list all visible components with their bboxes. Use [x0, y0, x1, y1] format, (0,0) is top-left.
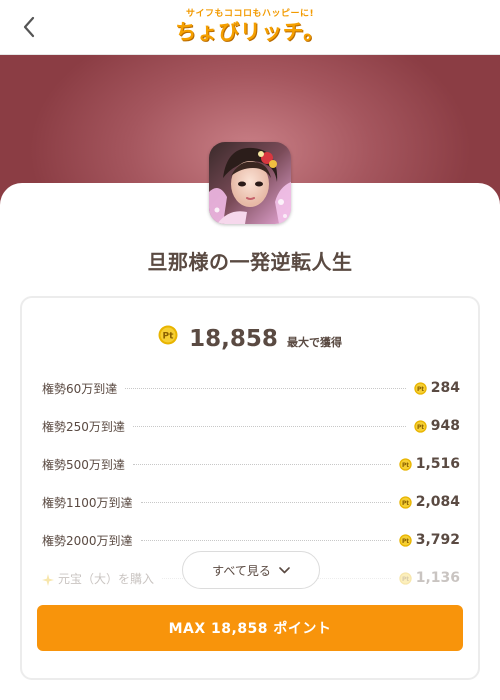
- site-logo[interactable]: サイフもココロもハッピーに! ちょびリッチ。: [175, 9, 324, 44]
- logo-wordmark: ちょびリッチ。: [175, 20, 325, 44]
- reward-label: 権勢2000万到達: [42, 533, 133, 548]
- chevron-left-icon: [23, 16, 35, 38]
- list-item: 権勢500万到達 Pt 1,516: [42, 445, 460, 483]
- reward-points: 2,084: [415, 494, 460, 510]
- divider: [140, 502, 391, 503]
- back-button[interactable]: [14, 10, 44, 44]
- pt-coin-icon: Pt: [399, 533, 412, 547]
- divider: [132, 426, 406, 427]
- see-all-label: すべて見る: [212, 563, 271, 578]
- svg-text:Pt: Pt: [402, 576, 409, 582]
- pt-coin-icon: Pt: [414, 381, 427, 395]
- reward-points: 948: [430, 418, 460, 434]
- sparkle-icon: [42, 571, 54, 590]
- svg-text:Pt: Pt: [417, 386, 424, 392]
- svg-text:Pt: Pt: [163, 332, 175, 342]
- divider: [132, 464, 391, 465]
- pt-coin-icon: Pt: [399, 571, 412, 585]
- app-title: 旦那様の一発逆転人生: [147, 250, 353, 274]
- divider: [140, 540, 391, 541]
- reward-points: 3,792: [415, 532, 460, 548]
- reward-points: 1,136: [415, 570, 460, 586]
- reward-label: 元宝（大）を購入: [58, 571, 155, 586]
- reward-label: 権勢250万到達: [42, 419, 125, 434]
- total-points-value: 18,858: [189, 326, 278, 352]
- chevron-down-icon: [279, 566, 290, 573]
- pt-coin-icon: Pt: [158, 325, 178, 349]
- total-points-suffix: 最大で獲得: [286, 336, 342, 349]
- list-item: 権勢250万到達 Pt 948: [42, 407, 460, 445]
- pt-coin-icon: Pt: [414, 419, 427, 433]
- see-all-button[interactable]: すべて見る: [182, 551, 320, 589]
- svg-text:Pt: Pt: [402, 462, 409, 468]
- pt-coin-icon: Pt: [399, 495, 412, 509]
- max-points-button-label: MAX 18,858 ポイント: [168, 621, 332, 637]
- reward-label: 権勢1100万到達: [42, 495, 133, 510]
- list-item: 権勢60万到達 Pt 284: [42, 369, 460, 407]
- top-header: サイフもココロもハッピーに! ちょびリッチ。: [0, 0, 500, 55]
- max-points-button[interactable]: MAX 18,858 ポイント: [37, 605, 463, 651]
- reward-points: 284: [430, 380, 460, 396]
- list-item: 権勢1100万到達 Pt 2,084: [42, 483, 460, 521]
- total-points: Pt 18,858 最大で獲得: [22, 325, 478, 352]
- reward-label: 権勢500万到達: [42, 457, 125, 472]
- reward-points: 1,516: [415, 456, 460, 472]
- pt-coin-icon: Pt: [399, 457, 412, 471]
- game-character-portrait-icon: [209, 142, 291, 224]
- divider: [125, 388, 406, 389]
- svg-text:Pt: Pt: [417, 424, 424, 430]
- reward-label: 権勢60万到達: [42, 381, 118, 396]
- svg-text:Pt: Pt: [402, 538, 409, 544]
- svg-text:Pt: Pt: [402, 500, 409, 506]
- reward-card: Pt 18,858 最大で獲得 権勢60万到達 Pt 284 権勢250万到達 …: [20, 296, 480, 680]
- logo-tagline: サイフもココロもハッピーに!: [185, 9, 315, 19]
